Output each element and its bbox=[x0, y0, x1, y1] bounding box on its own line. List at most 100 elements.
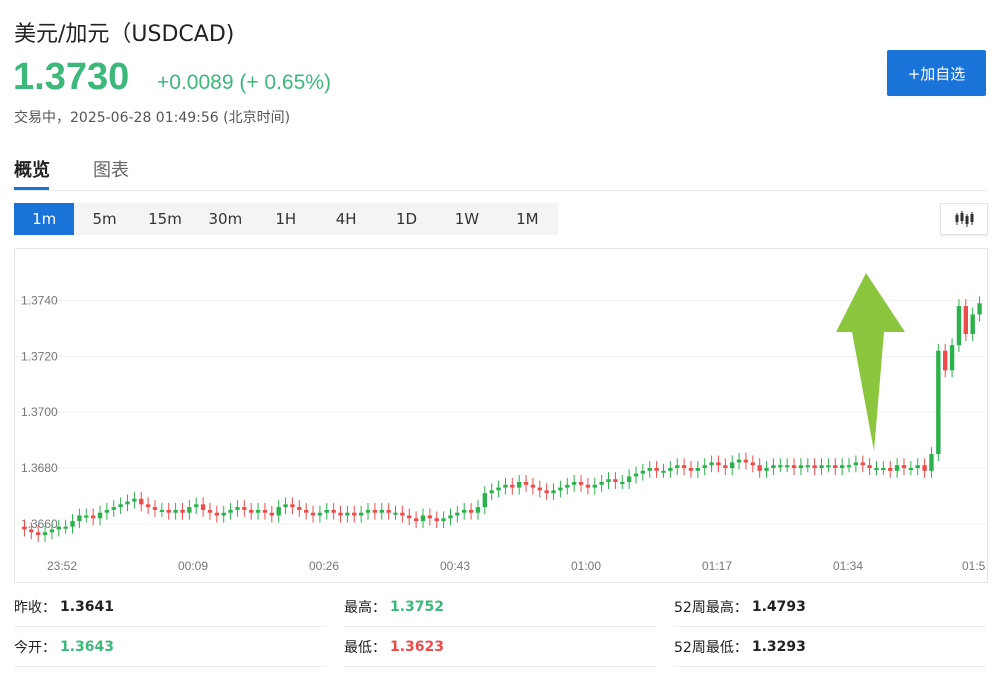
candle-body bbox=[331, 509, 336, 513]
candle-body bbox=[668, 468, 673, 471]
price-change: +0.0089 (+ 0.65%) bbox=[157, 71, 331, 94]
candle-body bbox=[970, 314, 975, 335]
stat-label: 52周最高： bbox=[674, 600, 748, 616]
candle-body bbox=[688, 468, 694, 471]
candle-body bbox=[269, 512, 275, 516]
candle-body bbox=[874, 468, 879, 471]
candle-body bbox=[297, 507, 302, 510]
candle-body bbox=[77, 515, 82, 522]
candle-body bbox=[420, 515, 426, 522]
candle-body bbox=[510, 484, 515, 488]
candle-body bbox=[956, 306, 962, 346]
stat-value: 1.3643 bbox=[60, 639, 115, 655]
candle-body bbox=[84, 515, 89, 518]
candle-body bbox=[242, 507, 247, 510]
stat-label: 最低： bbox=[344, 640, 386, 656]
interval-1h[interactable]: 1H bbox=[256, 203, 316, 235]
tab-bar: 概览 图表 bbox=[14, 150, 986, 191]
candle-body bbox=[248, 509, 254, 513]
candle-body bbox=[111, 507, 116, 510]
candle-body bbox=[139, 498, 144, 505]
interval-1d[interactable]: 1D bbox=[376, 203, 436, 235]
candle-body bbox=[764, 468, 769, 471]
candle-body bbox=[400, 512, 405, 516]
up-arrow-annotation bbox=[836, 273, 905, 451]
candle-body bbox=[372, 509, 378, 513]
candle-body bbox=[853, 462, 859, 466]
candle-body bbox=[936, 350, 941, 455]
candle-body bbox=[757, 465, 762, 471]
interval-15m[interactable]: 15m bbox=[135, 203, 195, 235]
candle-body bbox=[448, 515, 453, 519]
candle-body bbox=[791, 465, 797, 469]
candle-body bbox=[235, 507, 240, 510]
candle-body bbox=[784, 465, 790, 468]
candle-body bbox=[338, 512, 343, 516]
candle-body bbox=[640, 470, 646, 474]
candle-body bbox=[681, 465, 687, 469]
candle-body bbox=[613, 479, 618, 482]
pair-title: 美元/加元（USDCAD) bbox=[14, 22, 235, 47]
x-tick-label: 01:5 bbox=[962, 559, 986, 573]
candle-body bbox=[516, 481, 522, 488]
candle-body bbox=[262, 509, 268, 513]
candle-body bbox=[29, 529, 34, 533]
candle-body bbox=[441, 518, 446, 522]
candle-body bbox=[125, 501, 130, 505]
x-tick-label: 23:52 bbox=[47, 559, 77, 573]
candle-body bbox=[846, 465, 852, 468]
candlestick-icon bbox=[955, 211, 974, 227]
candle-body bbox=[496, 487, 501, 491]
candle-body bbox=[620, 481, 625, 484]
price-chart[interactable]: 1.3740 1.3720 1.3700 1.3680 1.3660 23:52 00:09… bbox=[14, 248, 988, 583]
interval-1mo[interactable]: 1M bbox=[497, 203, 557, 235]
candle-body bbox=[915, 465, 920, 469]
candle-body bbox=[599, 481, 604, 485]
candle-body bbox=[482, 493, 488, 508]
candle-body bbox=[695, 468, 701, 471]
candle-body bbox=[743, 459, 749, 463]
interval-4h[interactable]: 4H bbox=[316, 203, 376, 235]
interval-1m[interactable]: 1m bbox=[14, 203, 75, 235]
stat-value: 1.3752 bbox=[390, 599, 445, 615]
candle-body bbox=[750, 462, 756, 466]
candle-body bbox=[867, 465, 872, 469]
x-tick-label: 01:00 bbox=[571, 559, 601, 573]
candle-body bbox=[729, 462, 735, 469]
candle-body bbox=[345, 512, 350, 516]
candle-body bbox=[180, 509, 185, 513]
candle-body bbox=[716, 462, 721, 466]
candle-body bbox=[709, 462, 714, 466]
trading-status: 交易中，2025-06-28 01:49:56 (北京时间) bbox=[14, 110, 291, 126]
candle-body bbox=[97, 512, 103, 519]
candle-body bbox=[358, 512, 364, 516]
candle-body bbox=[283, 504, 288, 508]
chart-type-button[interactable] bbox=[940, 203, 988, 235]
candle-body bbox=[929, 454, 934, 471]
interval-30m[interactable]: 30m bbox=[195, 203, 255, 235]
candle-body bbox=[633, 473, 639, 477]
candle-body bbox=[647, 468, 652, 471]
candle-body bbox=[833, 465, 838, 469]
candle-body bbox=[503, 484, 508, 488]
interval-1w[interactable]: 1W bbox=[437, 203, 497, 235]
candle-body bbox=[413, 518, 419, 522]
add-watchlist-button[interactable]: +加自选 bbox=[887, 50, 986, 96]
stat-52w-low: 52周最低： 1.3293 bbox=[674, 628, 986, 667]
interval-5m[interactable]: 5m bbox=[74, 203, 134, 235]
candle-body bbox=[386, 509, 391, 513]
candle-body bbox=[888, 468, 893, 471]
candle-body bbox=[798, 465, 804, 469]
candle-body bbox=[565, 484, 570, 488]
stat-label: 52周最低： bbox=[674, 640, 748, 656]
tab-overview[interactable]: 概览 bbox=[14, 156, 50, 182]
candle-body bbox=[723, 465, 728, 469]
stat-label: 昨收： bbox=[14, 600, 56, 616]
tab-chart[interactable]: 图表 bbox=[93, 156, 129, 182]
candle-body bbox=[977, 303, 982, 315]
candle-body bbox=[881, 468, 886, 471]
candle-body bbox=[578, 481, 584, 485]
stat-low: 最低： 1.3623 bbox=[344, 628, 656, 667]
candle-body bbox=[551, 490, 556, 494]
candle-body bbox=[187, 507, 192, 513]
